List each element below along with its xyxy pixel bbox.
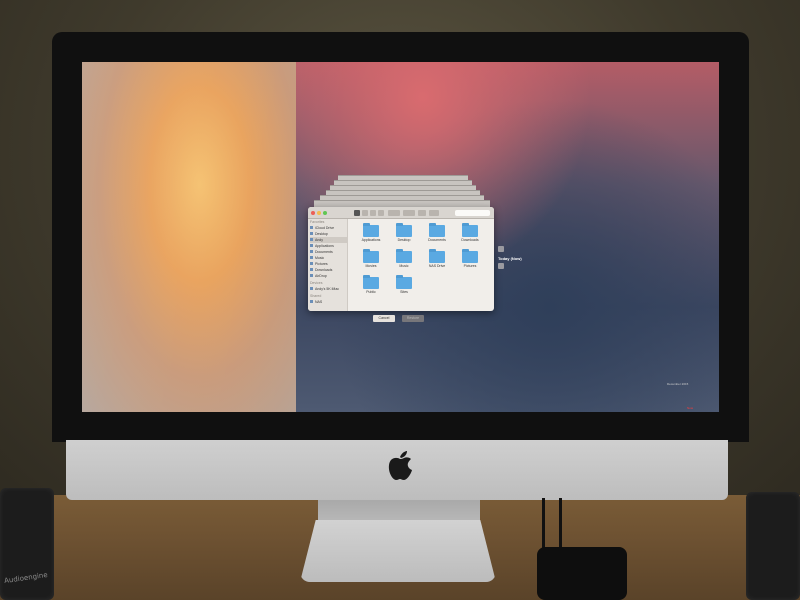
folder-label: Music [399,264,409,268]
wallpaper-left-panel [82,62,296,412]
folder-label: Movies [365,264,377,268]
sidebar-section-favorites: Favorites [310,220,325,224]
computer-icon [310,287,313,290]
snapshot-window-bar[interactable] [314,200,490,207]
sidebar-section-devices: Devices [310,281,323,285]
folder-label: Public [366,290,376,294]
timeline-now-label[interactable]: Now [687,406,693,410]
restore-button[interactable]: Restore [402,315,424,322]
folder-label: NAS Drive [428,264,446,268]
sidebar-item-label: Applications [315,244,334,248]
apple-logo-icon [388,451,412,480]
desktop-icon [310,232,313,235]
folder-desktop-icon[interactable] [396,223,412,237]
airdrop-icon [310,274,313,277]
left-speaker: Audioengine [0,488,54,600]
folder-documents-icon[interactable] [429,223,445,237]
sidebar-item-airdrop[interactable]: AirDrop [310,273,347,279]
camera-icon [310,262,313,265]
document-icon [310,250,313,253]
column-view-button[interactable] [370,210,376,216]
home-icon [310,238,313,241]
timeline-date-label[interactable]: December 2015 [667,382,688,386]
folder-music-icon[interactable] [396,249,412,263]
sidebar-section-shared: Shared [310,294,322,298]
right-speaker [746,492,800,600]
sidebar-item-label: Documents [315,250,333,254]
cloud-icon [310,226,313,229]
imac-stand-base [300,520,496,582]
sidebar-item-label: Andy [315,238,323,242]
snapshot-date-label: Today (Now) [498,256,522,261]
close-icon[interactable] [311,211,315,215]
folder-sites-icon[interactable] [396,275,412,289]
folder-pictures-icon[interactable] [462,249,478,263]
sidebar-item-label: Music [315,256,325,260]
finder-toolbar [308,207,494,219]
sidebar-item-nas[interactable]: NAS [310,299,347,305]
list-view-button[interactable] [362,210,368,216]
sidebar-item-label: Andy's 5K iMac [315,287,340,291]
folder-applications-icon[interactable] [363,223,379,237]
cancel-button[interactable]: Cancel [373,315,395,322]
folder-label: Applications [361,238,381,242]
sidebar-item-label: Pictures [315,262,328,266]
arrange-button[interactable] [388,210,400,216]
folder-nas-drive-icon[interactable] [429,249,445,263]
sidebar-item-label: NAS [315,300,323,304]
sidebar-item-label: AirDrop [315,274,327,278]
folder-label: Sites [400,290,408,294]
sidebar-item-label: Desktop [315,232,328,236]
music-icon [310,256,313,259]
imac-screen: Favorites iCloud Drive Desktop Andy Appl… [82,62,719,412]
icon-view-button[interactable] [354,210,360,216]
download-icon [310,268,313,271]
apple-tv-device [537,547,627,600]
share-button[interactable] [418,210,426,216]
applications-icon [310,244,313,247]
chevron-up-icon[interactable] [498,246,504,252]
folder-movies-icon[interactable] [363,249,379,263]
folder-downloads-icon[interactable] [462,223,478,237]
zoom-icon[interactable] [323,211,327,215]
folder-label: Pictures [463,264,477,268]
minimize-icon[interactable] [317,211,321,215]
server-icon [310,300,313,303]
sidebar-item-label: iCloud Drive [315,226,335,230]
folder-public-icon[interactable] [363,275,379,289]
finder-sidebar: Favorites iCloud Drive Desktop Andy Appl… [308,219,348,311]
cover-flow-button[interactable] [378,210,384,216]
folder-label: Documents [428,238,446,242]
tags-button[interactable] [429,210,439,216]
folder-label: Downloads [461,238,479,242]
sidebar-item-label: Downloads [315,268,333,272]
search-input[interactable] [455,210,490,216]
sidebar-item-imac[interactable]: Andy's 5K iMac [310,286,347,292]
action-button[interactable] [403,210,415,216]
folder-label: Desktop [397,238,411,242]
speaker-brand-label: Audioengine [3,570,49,586]
finder-window[interactable]: Favorites iCloud Drive Desktop Andy Appl… [308,207,494,311]
chevron-down-icon[interactable] [498,263,504,269]
